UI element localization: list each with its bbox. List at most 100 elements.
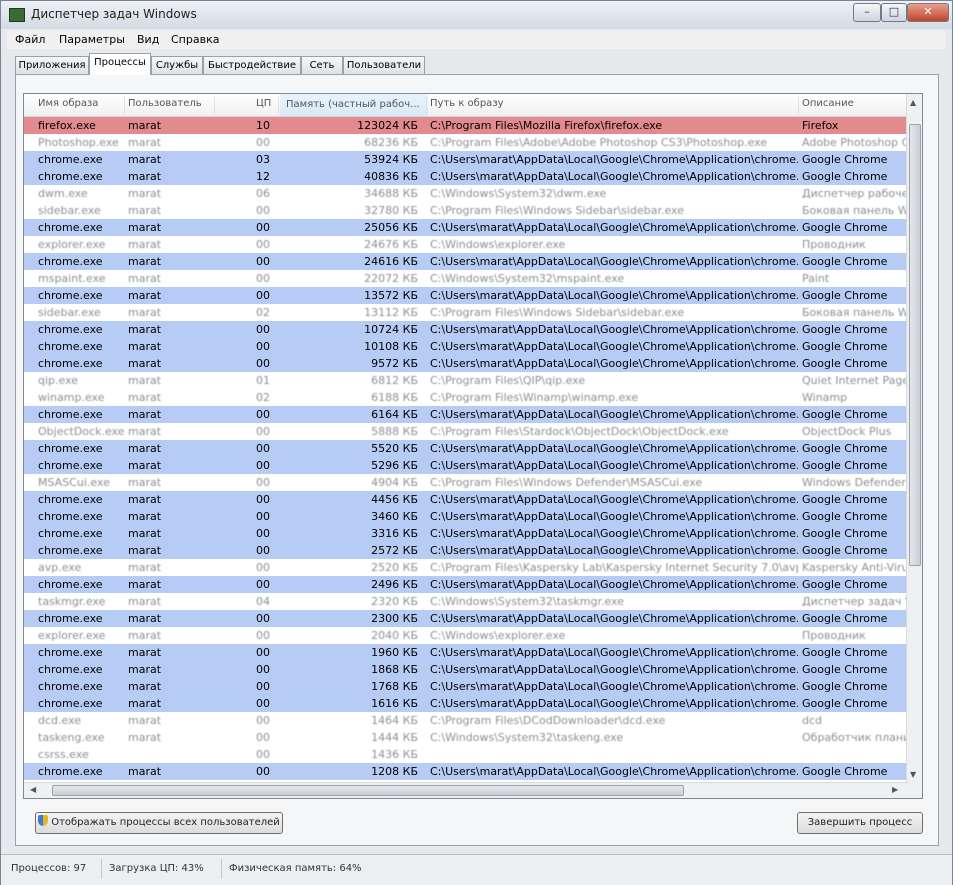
cell-description: Firefox — [802, 119, 839, 132]
cell-image-name: explorer.exe — [38, 629, 106, 642]
process-row[interactable]: chrome.exe marat 00 5520 КБ C:\Users\marat\A… — [24, 440, 908, 457]
cell-image-name: MSASCui.exe — [38, 476, 110, 489]
menu-help[interactable]: Справка — [171, 33, 219, 46]
cell-image-path: C:\Windows\System32\dwm.exe — [430, 187, 607, 200]
scroll-up-arrow-icon[interactable]: ▲ — [910, 98, 916, 107]
cell-memory: 6188 КБ — [371, 391, 418, 404]
process-row[interactable]: taskmgr.exe marat 04 2320 КБ C:\Windows\Syst… — [24, 593, 908, 610]
process-row[interactable]: chrome.exe marat 00 10108 КБ C:\Users\marat\… — [24, 338, 908, 355]
process-row[interactable]: dcd.exe marat 00 1464 КБ C:\Program Files\DC… — [24, 712, 908, 729]
column-user[interactable]: Пользователь — [128, 98, 210, 109]
status-process-count: Процессов: 97 — [11, 863, 87, 874]
menu-options[interactable]: Параметры — [59, 33, 125, 46]
horizontal-scroll-thumb[interactable] — [52, 785, 684, 796]
process-row[interactable]: explorer.exe marat 00 2040 КБ C:\Windows\exp… — [24, 627, 908, 644]
cell-memory: 1768 КБ — [371, 680, 418, 693]
title-bar[interactable]: Диспетчер задач Windows – □ ✕ — [1, 1, 952, 29]
menu-view[interactable]: Вид — [137, 33, 159, 46]
scroll-right-arrow-icon[interactable]: ▶ — [892, 785, 898, 794]
process-row[interactable]: taskeng.exe marat 00 1444 КБ C:\Windows\Syst… — [24, 729, 908, 746]
column-description[interactable]: Описание — [802, 98, 902, 109]
process-row[interactable]: chrome.exe marat 00 1208 КБ C:\Users\marat\A… — [24, 763, 908, 780]
process-row[interactable]: explorer.exe marat 00 24676 КБ C:\Windows\ex… — [24, 236, 908, 253]
end-process-button[interactable]: Завершить процесс — [797, 812, 923, 834]
process-row[interactable]: chrome.exe marat 00 6164 КБ C:\Users\marat\A… — [24, 406, 908, 423]
process-row[interactable]: csrss.exe 00 1436 КБ — [24, 746, 908, 763]
minimize-button[interactable]: – — [853, 3, 881, 22]
tab-performance[interactable]: Быстродействие — [203, 56, 301, 74]
cell-user: marat — [128, 731, 162, 744]
process-row[interactable]: chrome.exe marat 00 13572 КБ C:\Users\marat\… — [24, 287, 908, 304]
column-image-path[interactable]: Путь к образу — [430, 98, 630, 109]
process-row[interactable]: qip.exe marat 01 6812 КБ C:\Program Files\QI… — [24, 372, 908, 389]
cell-cpu: 01 — [256, 374, 270, 387]
cell-cpu: 04 — [256, 595, 270, 608]
close-button[interactable]: ✕ — [907, 3, 949, 22]
scroll-left-arrow-icon[interactable]: ◀ — [30, 785, 36, 794]
cell-image-name: chrome.exe — [38, 153, 103, 166]
tab-processes[interactable]: Процессы — [89, 53, 151, 75]
process-row[interactable]: winamp.exe marat 02 6188 КБ C:\Program Files… — [24, 389, 908, 406]
process-row[interactable]: chrome.exe marat 00 1960 КБ C:\Users\marat\A… — [24, 644, 908, 661]
cell-user: marat — [128, 714, 162, 727]
menu-file[interactable]: Файл — [15, 33, 45, 46]
process-row[interactable]: MSASCui.exe marat 00 4904 КБ C:\Program File… — [24, 474, 908, 491]
vertical-scrollbar[interactable]: ▲ ▼ — [906, 94, 922, 798]
process-row[interactable]: chrome.exe marat 00 2300 КБ C:\Users\marat\A… — [24, 610, 908, 627]
column-memory[interactable]: Память (частный рабоч... — [280, 94, 428, 116]
cell-memory: 32780 КБ — [364, 204, 418, 217]
process-row[interactable]: chrome.exe marat 00 4456 КБ C:\Users\marat\A… — [24, 491, 908, 508]
cell-memory: 6164 КБ — [371, 408, 418, 421]
column-cpu[interactable]: ЦП — [256, 98, 276, 109]
process-row[interactable]: mspaint.exe marat 00 22072 КБ C:\Windows\Sys… — [24, 270, 908, 287]
process-row[interactable]: Photoshop.exe marat 00 68236 КБ C:\Program F… — [24, 134, 908, 151]
cell-description: Google Chrome — [802, 765, 888, 778]
process-row[interactable]: chrome.exe marat 00 5296 КБ C:\Users\marat\A… — [24, 457, 908, 474]
process-row[interactable]: avp.exe marat 00 2520 КБ C:\Program Files\Ka… — [24, 559, 908, 576]
cell-memory: 6812 КБ — [371, 374, 418, 387]
process-row[interactable]: chrome.exe marat 00 3460 КБ C:\Users\marat\A… — [24, 508, 908, 525]
cell-image-path: C:\Users\marat\AppData\Local\Google\Chro… — [430, 612, 798, 625]
cell-user: marat — [128, 425, 162, 438]
process-row[interactable]: ObjectDock.exe marat 00 5888 КБ C:\Program F… — [24, 423, 908, 440]
process-row[interactable]: sidebar.exe marat 02 13112 КБ C:\Program Fil… — [24, 304, 908, 321]
process-row[interactable]: chrome.exe marat 00 1768 КБ C:\Users\marat\A… — [24, 678, 908, 695]
process-row[interactable]: chrome.exe marat 00 1868 КБ C:\Users\marat\A… — [24, 661, 908, 678]
show-all-users-button[interactable]: Отображать процессы всех пользователей — [35, 812, 283, 834]
list-header: Имя образа Пользователь ЦП Память (частн… — [24, 94, 908, 117]
cell-cpu: 00 — [256, 748, 270, 761]
process-row[interactable]: chrome.exe marat 00 9572 КБ C:\Users\marat\A… — [24, 355, 908, 372]
tab-applications[interactable]: Приложения — [15, 56, 89, 74]
cell-image-path: C:\Users\marat\AppData\Local\Google\Chro… — [430, 255, 798, 268]
cell-cpu: 00 — [256, 136, 270, 149]
column-image-name[interactable]: Имя образа — [38, 98, 124, 109]
process-row[interactable]: chrome.exe marat 00 2572 КБ C:\Users\marat\A… — [24, 542, 908, 559]
process-row[interactable]: dwm.exe marat 06 34688 КБ C:\Windows\System3… — [24, 185, 908, 202]
horizontal-scrollbar[interactable]: ◀ ▶ — [24, 782, 908, 798]
process-row[interactable]: chrome.exe marat 00 25056 КБ C:\Users\marat\… — [24, 219, 908, 236]
process-row[interactable]: chrome.exe marat 00 2496 КБ C:\Users\marat\A… — [24, 576, 908, 593]
cell-user: marat — [128, 272, 162, 285]
process-row[interactable]: chrome.exe marat 12 40836 КБ C:\Users\marat\… — [24, 168, 908, 185]
tab-network[interactable]: Сеть — [301, 56, 343, 74]
process-list[interactable]: Имя образа Пользователь ЦП Память (частн… — [23, 93, 923, 799]
process-row[interactable]: chrome.exe marat 00 1616 КБ C:\Users\marat\A… — [24, 695, 908, 712]
maximize-button[interactable]: □ — [881, 3, 907, 22]
tab-services[interactable]: Службы — [151, 56, 203, 74]
process-row[interactable]: chrome.exe marat 03 53924 КБ C:\Users\marat\… — [24, 151, 908, 168]
process-row[interactable]: chrome.exe marat 00 3316 КБ C:\Users\marat\A… — [24, 525, 908, 542]
scroll-down-arrow-icon[interactable]: ▼ — [910, 770, 916, 779]
process-row[interactable]: chrome.exe marat 00 24616 КБ C:\Users\marat\… — [24, 253, 908, 270]
vertical-scroll-thumb[interactable] — [909, 124, 921, 566]
cell-cpu: 00 — [256, 578, 270, 591]
task-manager-icon — [9, 8, 25, 22]
process-row[interactable]: sidebar.exe marat 00 32780 КБ C:\Program Fil… — [24, 202, 908, 219]
cell-user: marat — [128, 527, 162, 540]
cell-memory: 22072 КБ — [364, 272, 418, 285]
process-row[interactable]: chrome.exe marat 00 10724 КБ C:\Users\marat\… — [24, 321, 908, 338]
cell-cpu: 00 — [256, 493, 270, 506]
tab-users[interactable]: Пользователи — [343, 56, 425, 74]
cell-memory: 2300 КБ — [371, 612, 418, 625]
cell-user: marat — [128, 612, 162, 625]
process-row[interactable]: firefox.exe marat 10 123024 КБ C:\Program Fi… — [24, 117, 908, 134]
